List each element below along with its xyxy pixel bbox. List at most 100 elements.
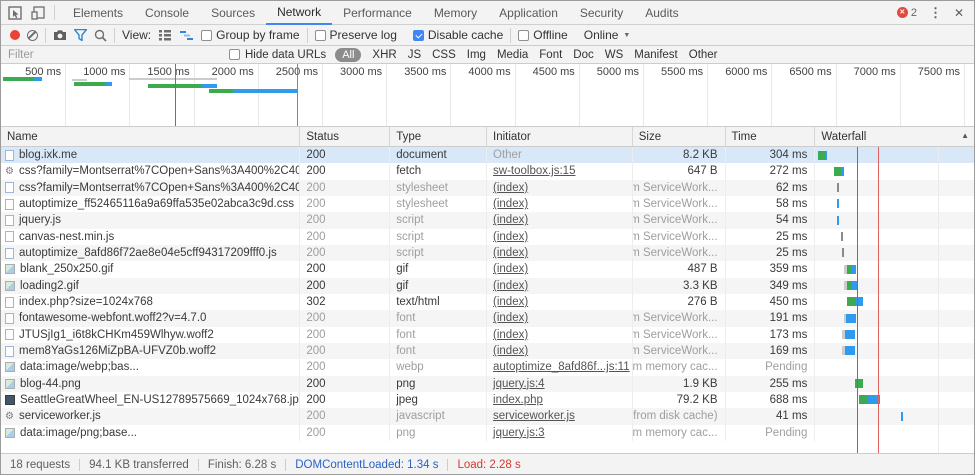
chevron-down-icon: ▼ xyxy=(623,32,630,39)
initiator-link[interactable]: jquery.js:3 xyxy=(493,427,545,439)
filter-chip-css[interactable]: CSS xyxy=(432,49,456,61)
filter-chip-doc[interactable]: Doc xyxy=(573,49,593,61)
tab-network[interactable]: Network xyxy=(266,1,332,25)
initiator-link[interactable]: (index) xyxy=(493,214,528,226)
table-row[interactable]: blog-44.png200pngjquery.js:41.9 KB255 ms xyxy=(1,376,974,392)
initiator-link[interactable]: sw-toolbox.js:15 xyxy=(493,165,575,177)
group-by-frame-checkbox[interactable] xyxy=(201,30,212,41)
table-row[interactable]: blank_250x250.gif200gif(index)487 B359 m… xyxy=(1,261,974,277)
throttling-dropdown[interactable]: Online ▼ xyxy=(584,28,631,42)
table-row[interactable]: mem8YaGs126MiZpBA-UFVZ0b.woff2200font(in… xyxy=(1,343,974,359)
cell-name: jquery.js xyxy=(1,212,300,228)
file-type-doc-icon xyxy=(5,182,14,193)
network-overview[interactable]: 500 ms1000 ms1500 ms2000 ms2500 ms3000 m… xyxy=(1,64,974,127)
filter-input[interactable] xyxy=(8,49,116,61)
table-row[interactable]: jquery.js200script(index)(from ServiceWo… xyxy=(1,212,974,228)
initiator-link[interactable]: autoptimize_8afd86f...js:11 xyxy=(493,361,630,373)
table-row[interactable]: data:image/webp;bas...200webpautoptimize… xyxy=(1,359,974,375)
initiator-link[interactable]: (index) xyxy=(493,280,528,292)
initiator-link[interactable]: (index) xyxy=(493,263,528,275)
column-header-status[interactable]: Status xyxy=(300,127,390,146)
initiator-link[interactable]: (index) xyxy=(493,329,528,341)
table-row[interactable]: SeattleGreatWheel_EN-US12789575669_1024x… xyxy=(1,392,974,408)
table-row[interactable]: css?family=Montserrat%7COpen+Sans%3A400%… xyxy=(1,180,974,196)
waterfall-bar-blue xyxy=(845,346,855,355)
table-row[interactable]: data:image/png;base...200pngjquery.js:3(… xyxy=(1,425,974,441)
search-icon[interactable] xyxy=(94,29,107,42)
preserve-log-checkbox[interactable] xyxy=(315,30,326,41)
tab-memory[interactable]: Memory xyxy=(423,1,488,25)
filter-chip-xhr[interactable]: XHR xyxy=(372,49,396,61)
inspect-element-icon[interactable] xyxy=(8,6,22,20)
close-icon[interactable]: ✕ xyxy=(954,6,964,20)
column-header-waterfall[interactable]: Waterfall▲ xyxy=(815,127,974,146)
column-header-type[interactable]: Type xyxy=(390,127,487,146)
filter-icon[interactable] xyxy=(74,29,87,41)
column-header-name[interactable]: Name xyxy=(1,127,300,146)
initiator-link[interactable]: (index) xyxy=(493,247,528,259)
cell-size: 3.3 KB xyxy=(633,278,726,294)
filter-chip-other[interactable]: Other xyxy=(689,49,718,61)
timeline-tick-label: 2500 ms xyxy=(262,66,318,78)
device-toolbar-icon[interactable] xyxy=(31,6,45,20)
disable-cache-checkbox[interactable] xyxy=(413,30,424,41)
request-name: mem8YaGs126MiZpBA-UFVZ0b.woff2 xyxy=(19,345,216,357)
error-count-badge[interactable]: ✕ 2 xyxy=(897,7,917,19)
column-header-time[interactable]: Time xyxy=(726,127,816,146)
initiator-link[interactable]: (index) xyxy=(493,296,528,308)
initiator-link[interactable]: jquery.js:4 xyxy=(493,378,545,390)
cell-type: png xyxy=(390,376,487,392)
tab-elements[interactable]: Elements xyxy=(62,1,134,25)
initiator-link[interactable]: (index) xyxy=(493,198,528,210)
cell-time: 169 ms xyxy=(726,343,816,359)
list-view-icon[interactable] xyxy=(158,29,172,41)
cell-initiator: (index) xyxy=(487,245,633,261)
cell-size: 647 B xyxy=(633,163,726,179)
hide-data-urls-checkbox[interactable] xyxy=(229,49,240,60)
waterfall-view-icon[interactable] xyxy=(179,29,194,41)
capture-screenshots-icon[interactable] xyxy=(53,29,67,41)
filter-chip-font[interactable]: Font xyxy=(539,49,562,61)
record-button[interactable] xyxy=(10,30,20,40)
initiator-link[interactable]: (index) xyxy=(493,345,528,357)
table-row[interactable]: autoptimize_8afd86f72ae8e04e5cff94317209… xyxy=(1,245,974,261)
cell-status: 200 xyxy=(300,310,390,326)
tab-performance[interactable]: Performance xyxy=(332,1,423,25)
column-header-initiator[interactable]: Initiator xyxy=(487,127,633,146)
tab-security[interactable]: Security xyxy=(569,1,634,25)
filter-chip-img[interactable]: Img xyxy=(467,49,486,61)
cell-status: 200 xyxy=(300,425,390,441)
initiator-link[interactable]: (index) xyxy=(493,312,528,324)
tab-application[interactable]: Application xyxy=(488,1,569,25)
initiator-link[interactable]: (index) xyxy=(493,182,528,194)
timeline-tick-label: 6000 ms xyxy=(711,66,767,78)
timeline-gridline xyxy=(515,64,516,126)
cell-initiator: (index) xyxy=(487,261,633,277)
initiator-text: Other xyxy=(493,149,522,161)
table-row[interactable]: canvas-nest.min.js200script(index)(from … xyxy=(1,229,974,245)
kebab-menu-icon[interactable]: ⋮ xyxy=(929,5,942,21)
table-row[interactable]: JTUSjIg1_i6t8kCHKm459Wlhyw.woff2200font(… xyxy=(1,327,974,343)
initiator-link[interactable]: index.php xyxy=(493,394,543,406)
table-row[interactable]: autoptimize_ff52465116a9a69ffa535e02abca… xyxy=(1,196,974,212)
clear-button[interactable] xyxy=(27,30,38,41)
table-row[interactable]: ⚙css?family=Montserrat%7COpen+Sans%3A400… xyxy=(1,163,974,179)
filter-chip-all[interactable]: All xyxy=(335,48,361,62)
table-row[interactable]: index.php?size=1024x768302text/html(inde… xyxy=(1,294,974,310)
initiator-link[interactable]: serviceworker.js xyxy=(493,410,575,422)
tab-console[interactable]: Console xyxy=(134,1,200,25)
table-row[interactable]: fontawesome-webfont.woff2?v=4.7.0200font… xyxy=(1,310,974,326)
requests-count: 18 requests xyxy=(10,459,80,471)
filter-chip-ws[interactable]: WS xyxy=(605,49,624,61)
filter-chip-js[interactable]: JS xyxy=(408,49,421,61)
offline-checkbox[interactable] xyxy=(518,30,529,41)
table-row[interactable]: blog.ixk.me200documentOther8.2 KB304 ms xyxy=(1,147,974,163)
table-row[interactable]: ⚙serviceworker.js200javascriptservicewor… xyxy=(1,408,974,424)
column-header-size[interactable]: Size xyxy=(633,127,726,146)
tab-audits[interactable]: Audits xyxy=(634,1,689,25)
filter-chip-media[interactable]: Media xyxy=(497,49,528,61)
initiator-link[interactable]: (index) xyxy=(493,231,528,243)
table-row[interactable]: loading2.gif200gif(index)3.3 KB349 ms xyxy=(1,278,974,294)
tab-sources[interactable]: Sources xyxy=(200,1,266,25)
filter-chip-manifest[interactable]: Manifest xyxy=(634,49,677,61)
